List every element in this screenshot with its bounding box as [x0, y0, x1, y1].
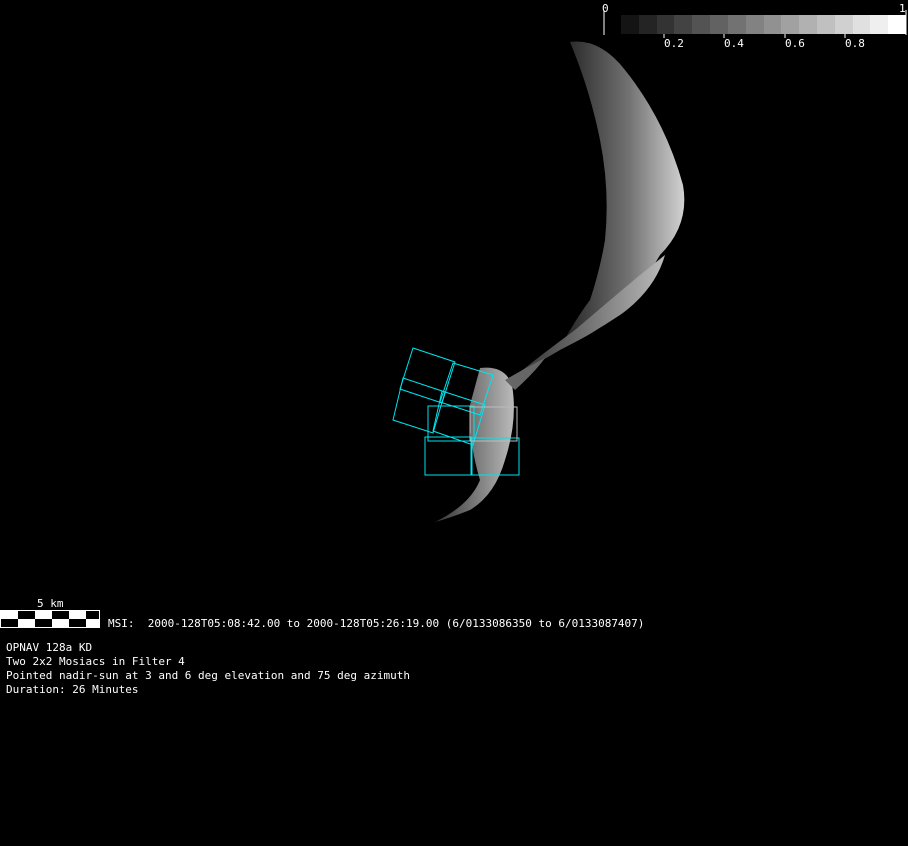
colorbar-cell [834, 15, 853, 34]
colorbar-cell [638, 15, 657, 34]
colorbar-cell [692, 15, 711, 34]
colorbar-tick-label: 0.8 [845, 37, 865, 50]
info-line-duration: Duration: 26 Minutes [6, 683, 139, 696]
info-line-mosaics: Two 2x2 Mosiacs in Filter 4 [6, 655, 185, 668]
colorbar-cell [763, 15, 782, 34]
colorbar-cell [870, 15, 889, 34]
plot-window: 0 1 0.2 0.4 0.6 0.8 5 km MSI: 2000-128T0… [0, 0, 908, 846]
info-line-pointing: Pointed nadir-sun at 3 and 6 deg elevati… [6, 669, 410, 682]
colorbar-cell [727, 15, 746, 34]
info-line-title: OPNAV 128a KD [6, 641, 93, 654]
colorbar-cell [799, 15, 818, 34]
colorbar-cell [888, 15, 907, 34]
colorbar-min-label: 0 [602, 2, 609, 15]
colorbar-cell [745, 15, 764, 34]
msi-time-range: MSI: 2000-128T05:08:42.00 to 2000-128T05… [108, 617, 645, 630]
colorbar-cell [621, 15, 639, 34]
colorbar-tick-label: 0.2 [664, 37, 684, 50]
asteroid-lower-lobe [435, 367, 514, 522]
colorbar-cell [852, 15, 871, 34]
asteroid-neck [505, 358, 545, 390]
colorbar-cell [816, 15, 835, 34]
footprint-1a [399, 347, 456, 404]
colorbar-cell [781, 15, 800, 34]
scale-bar [0, 610, 100, 628]
scale-bar-label: 5 km [37, 597, 64, 610]
colorbar-max-label: 1 [899, 2, 906, 15]
colorbar-cell [656, 15, 675, 34]
colorbar-tick-label: 0.6 [785, 37, 805, 50]
colorbar-cell [674, 15, 693, 34]
asteroid-view [392, 10, 907, 522]
colorbar-cell [710, 15, 729, 34]
colorbar-tick-label: 0.4 [724, 37, 744, 50]
